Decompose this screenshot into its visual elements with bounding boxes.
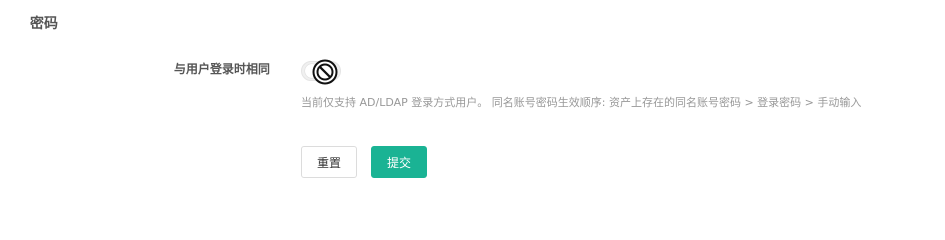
password-settings-panel: 密码 与用户登录时相同 当前仅支持 AD/LDAP 登录方式用户。 同名账号密码… (0, 0, 945, 203)
no-entry-icon (312, 59, 338, 85)
submit-button[interactable]: 提交 (371, 146, 427, 178)
reset-button[interactable]: 重置 (301, 146, 357, 178)
help-text: 当前仅支持 AD/LDAP 登录方式用户。 同名账号密码生效顺序: 资产上存在的… (301, 96, 862, 109)
same-as-login-label: 与用户登录时相同 (173, 62, 270, 76)
section-title: 密码 (30, 16, 58, 32)
